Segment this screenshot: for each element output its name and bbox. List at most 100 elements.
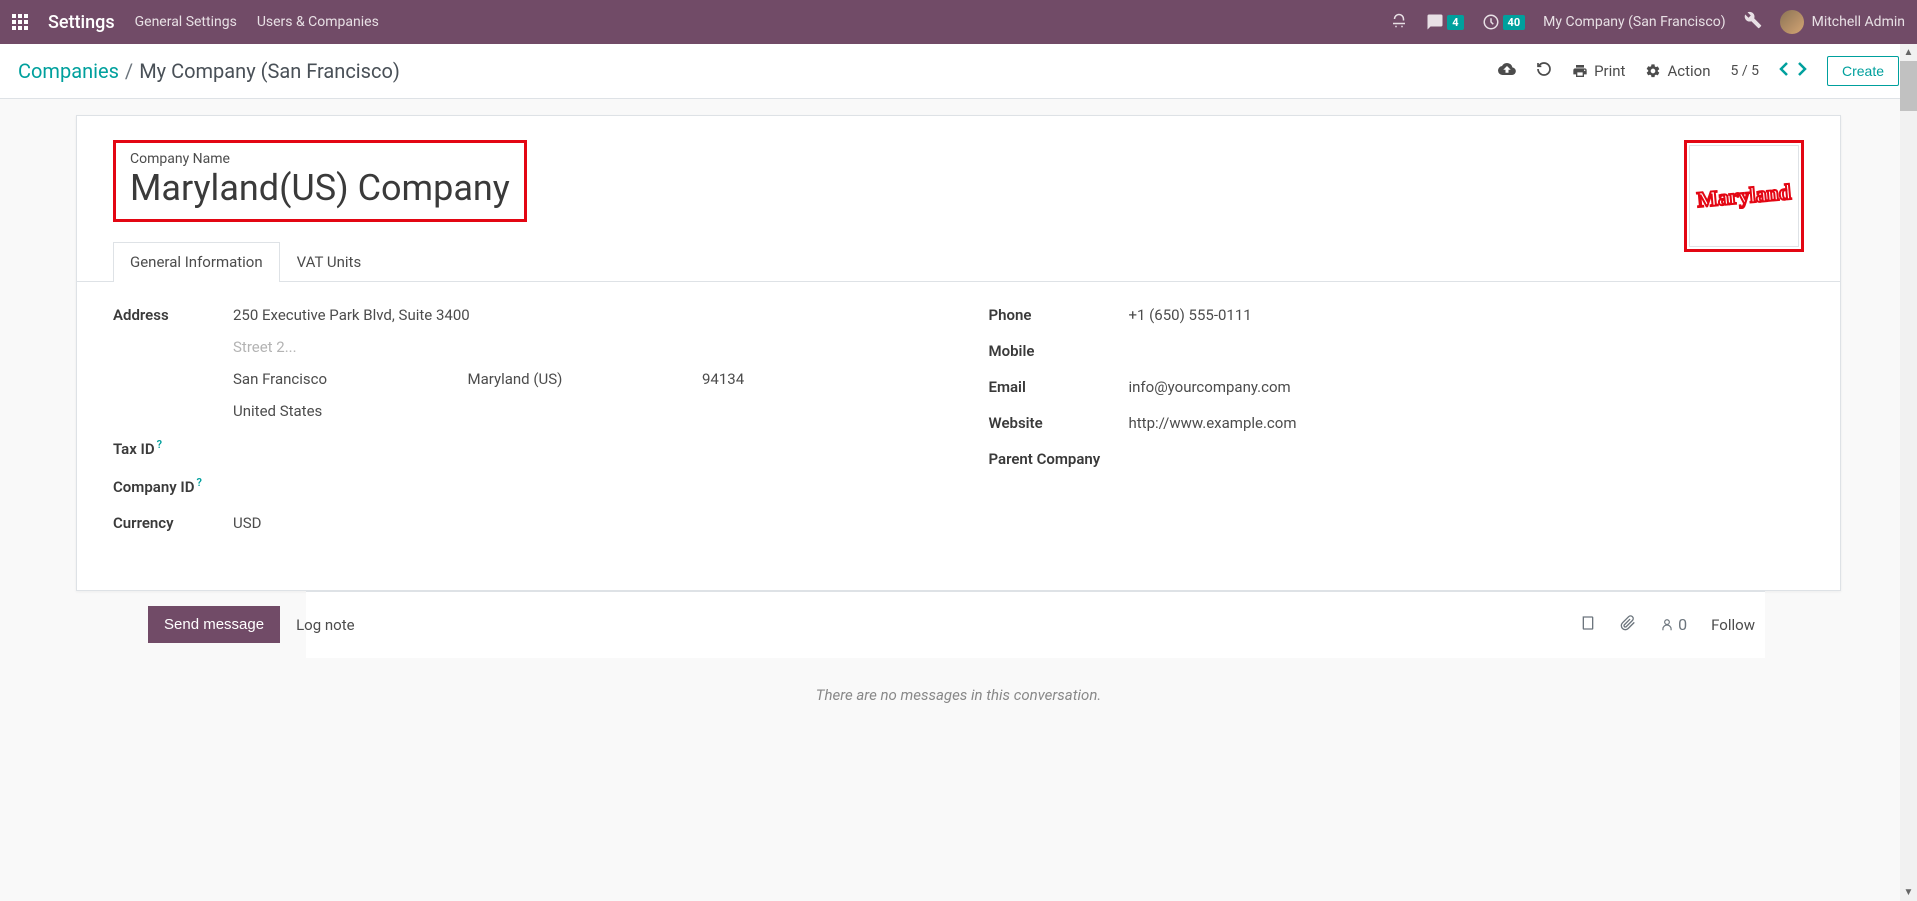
website-label: Website [989, 414, 1129, 432]
shortcuts-icon[interactable] [1390, 13, 1408, 31]
email-label: Email [989, 378, 1129, 396]
book-icon[interactable] [1580, 615, 1596, 635]
activities-badge: 40 [1503, 15, 1526, 30]
field-parent-company: Parent Company [989, 450, 1805, 468]
logo-text: Maryland [1696, 179, 1792, 213]
field-website: Website http://www.example.com [989, 414, 1805, 432]
address-value: 250 Executive Park Blvd, Suite 3400 Stre… [233, 306, 929, 420]
street2-placeholder[interactable]: Street 2... [233, 338, 929, 356]
gear-icon [1645, 63, 1661, 79]
address-label: Address [113, 306, 233, 420]
scroll-down-icon[interactable]: ▼ [1900, 884, 1917, 901]
parent-company-value[interactable] [1129, 450, 1805, 468]
currency-label: Currency [113, 514, 233, 532]
field-tax-id: Tax ID? [113, 438, 929, 458]
tab-content: Address 250 Executive Park Blvd, Suite 3… [77, 282, 1840, 550]
scrollbar[interactable]: ▲ ▼ [1900, 44, 1917, 901]
parent-company-label: Parent Company [989, 450, 1129, 468]
right-column: Phone +1 (650) 555-0111 Mobile Email inf… [989, 306, 1805, 550]
activities-icon[interactable]: 40 [1482, 13, 1526, 31]
content-area: Company Name Maryland(US) Company Maryla… [0, 99, 1917, 899]
conversations-badge: 4 [1447, 15, 1463, 30]
phone-value[interactable]: +1 (650) 555-0111 [1129, 306, 1805, 324]
field-email: Email info@yourcompany.com [989, 378, 1805, 396]
field-currency: Currency USD [113, 514, 929, 532]
phone-label: Phone [989, 306, 1129, 324]
company-id-value[interactable] [233, 476, 929, 496]
mobile-label: Mobile [989, 342, 1129, 360]
state-value[interactable]: Maryland (US) [468, 370, 695, 388]
user-menu[interactable]: Mitchell Admin [1780, 10, 1905, 34]
followers[interactable]: 0 [1660, 615, 1687, 634]
follow-button[interactable]: Follow [1711, 616, 1755, 634]
field-address: Address 250 Executive Park Blvd, Suite 3… [113, 306, 929, 420]
print-button[interactable]: Print [1572, 62, 1625, 80]
company-logo[interactable]: Maryland [1689, 145, 1799, 247]
field-company-id: Company ID? [113, 476, 929, 496]
person-icon [1660, 618, 1674, 632]
action-button[interactable]: Action [1645, 62, 1710, 80]
print-label: Print [1594, 62, 1625, 80]
tax-id-value[interactable] [233, 438, 929, 458]
no-messages-text: There are no messages in this conversati… [76, 658, 1841, 712]
debug-icon[interactable] [1744, 11, 1762, 33]
control-panel: Companies / My Company (San Francisco) P… [0, 44, 1917, 99]
nav-general-settings[interactable]: General Settings [135, 14, 237, 30]
company-name-label: Company Name [130, 151, 510, 167]
scroll-up-icon[interactable]: ▲ [1900, 44, 1917, 61]
breadcrumb-separator: / [125, 59, 133, 83]
street-value[interactable]: 250 Executive Park Blvd, Suite 3400 [233, 306, 929, 324]
currency-value[interactable]: USD [233, 514, 929, 532]
chatter: Send message Log note 0 Follow [306, 591, 1765, 658]
nav-left: Settings General Settings Users & Compan… [12, 12, 379, 33]
control-panel-right: Print Action 5 / 5 Create [1498, 56, 1899, 86]
form-sheet: Company Name Maryland(US) Company Maryla… [76, 115, 1841, 591]
app-title[interactable]: Settings [48, 12, 115, 33]
help-icon[interactable]: ? [157, 438, 162, 451]
help-icon[interactable]: ? [196, 476, 201, 489]
send-message-button[interactable]: Send message [148, 606, 280, 643]
scrollbar-thumb[interactable] [1900, 61, 1917, 111]
tabs: General Information VAT Units [77, 242, 1840, 282]
apps-icon[interactable] [12, 14, 28, 30]
create-button[interactable]: Create [1827, 56, 1899, 86]
tab-general-information[interactable]: General Information [113, 242, 280, 281]
field-mobile: Mobile [989, 342, 1805, 360]
log-note-button[interactable]: Log note [280, 606, 370, 644]
chatter-right: 0 Follow [1580, 615, 1765, 635]
nav-users-companies[interactable]: Users & Companies [257, 14, 379, 30]
highlighted-logo-box: Maryland [1684, 140, 1804, 252]
attachment-icon[interactable] [1620, 615, 1636, 635]
conversations-icon[interactable]: 4 [1426, 13, 1463, 31]
tax-id-label: Tax ID? [113, 438, 233, 458]
action-label: Action [1667, 62, 1710, 80]
pager-prev[interactable] [1779, 61, 1789, 82]
avatar [1780, 10, 1804, 34]
top-navigation: Settings General Settings Users & Compan… [0, 0, 1917, 44]
mobile-value[interactable] [1129, 342, 1805, 360]
zip-value[interactable]: 94134 [702, 370, 929, 388]
pager[interactable]: 5 / 5 [1731, 63, 1759, 79]
tab-vat-units[interactable]: VAT Units [280, 242, 379, 281]
breadcrumb-current: My Company (San Francisco) [139, 59, 400, 83]
highlighted-name-box: Company Name Maryland(US) Company [113, 140, 527, 222]
follower-count: 0 [1678, 615, 1687, 634]
nav-right: 4 40 My Company (San Francisco) Mitchell… [1390, 10, 1905, 34]
company-id-label: Company ID? [113, 476, 233, 496]
company-selector[interactable]: My Company (San Francisco) [1543, 14, 1725, 30]
website-value[interactable]: http://www.example.com [1129, 414, 1805, 432]
undo-icon[interactable] [1536, 61, 1552, 81]
pager-next[interactable] [1797, 61, 1807, 82]
form-header: Company Name Maryland(US) Company Maryla… [77, 140, 1840, 242]
print-icon [1572, 63, 1588, 79]
left-column: Address 250 Executive Park Blvd, Suite 3… [113, 306, 929, 550]
country-value[interactable]: United States [233, 402, 929, 420]
breadcrumb-companies[interactable]: Companies [18, 59, 119, 83]
city-value[interactable]: San Francisco [233, 370, 460, 388]
user-name: Mitchell Admin [1812, 14, 1905, 30]
breadcrumb: Companies / My Company (San Francisco) [18, 59, 400, 83]
cloud-upload-icon[interactable] [1498, 60, 1516, 82]
pager-arrows [1779, 61, 1807, 82]
email-value[interactable]: info@yourcompany.com [1129, 378, 1805, 396]
company-name-value[interactable]: Maryland(US) Company [130, 169, 510, 209]
